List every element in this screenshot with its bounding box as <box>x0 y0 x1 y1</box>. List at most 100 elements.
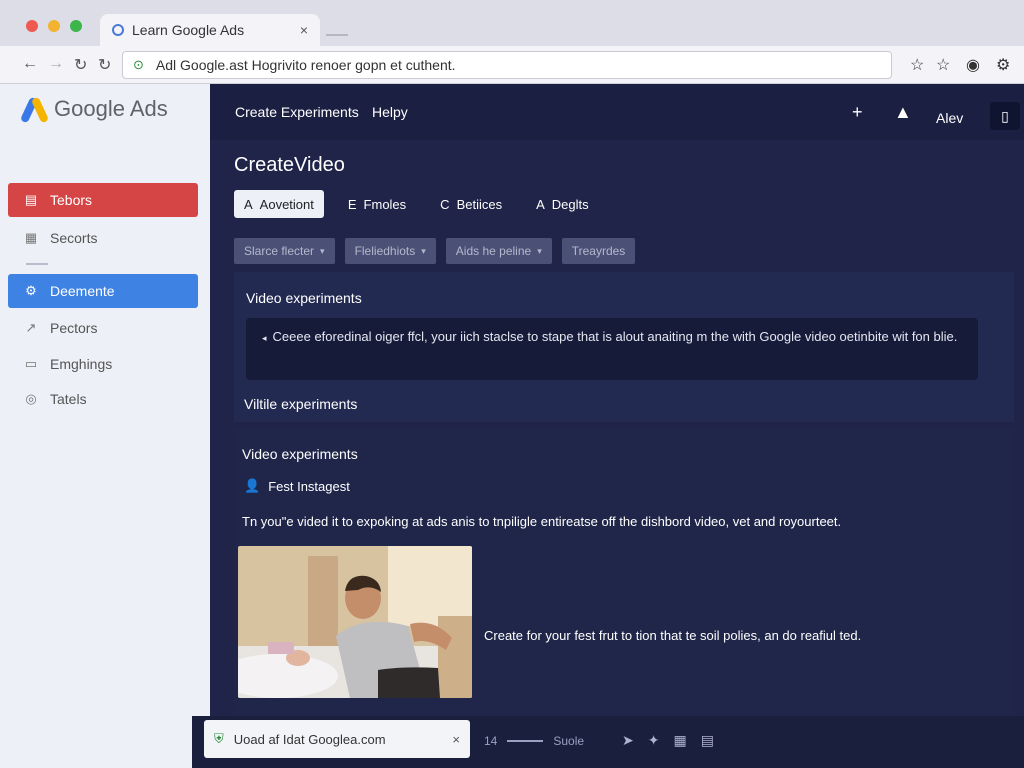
filter-treayrdes[interactable]: Treayrdes <box>561 238 636 264</box>
settings-icon[interactable]: ⚙ <box>996 55 1010 75</box>
video-thumbnail-image <box>238 546 472 698</box>
browser-tab-bar: Learn Google Ads × <box>0 0 1024 46</box>
downloads-bar: ⛨ Uoad af Idat Googlea.com × 14 Suole ➤ … <box>192 716 1024 768</box>
page-title: CreateVideo <box>234 154 345 176</box>
google-ads-mark-icon[interactable]: ▲ <box>894 102 912 123</box>
video-experiments-card: Video experiments ◂ Ceeee eforedinal oige… <box>234 272 1014 422</box>
sidebar-item-label: Deemente <box>50 283 115 299</box>
account-name[interactable]: Alev <box>936 110 963 126</box>
sidebar-item-label: Pectors <box>50 320 98 336</box>
google-ads-logo[interactable]: Google Ads <box>19 96 168 124</box>
minimize-window-button[interactable] <box>48 20 60 32</box>
sidebar-item-label: Tatels <box>50 391 87 407</box>
thumbnail-caption: Create for your fest frut to tion that t… <box>484 628 862 643</box>
filter-label: Treayrdes <box>571 244 626 258</box>
grid-icon[interactable]: ▦ <box>673 732 686 749</box>
sidebar-item-tebors[interactable]: ▤ Tebors <box>8 183 198 217</box>
maximize-window-button[interactable] <box>70 20 82 32</box>
table-icon[interactable]: ▤ <box>701 732 714 749</box>
download-progress: 14 Suole <box>484 734 584 748</box>
google-ads-logo-icon <box>19 96 50 124</box>
filter-label: Fleliedhiots <box>354 244 416 258</box>
download-count: 14 <box>484 734 498 748</box>
top-navigation: Create Experiments Helpy + ▲ Alev ▯ <box>210 84 1024 140</box>
back-icon[interactable]: ← <box>22 55 38 73</box>
tab-label: Fmoles <box>363 196 407 212</box>
bookmark-star-icon[interactable]: ☆ <box>910 55 924 75</box>
feature-item[interactable]: 👤 Fest Instagest <box>244 478 350 494</box>
filter-fleliedhiots[interactable]: Fleliedhiots ▾ <box>344 238 436 264</box>
filter-label: Slarce flecter <box>244 244 315 258</box>
reload-icon[interactable]: ↻ <box>74 55 87 75</box>
calendar-icon: ▤ <box>24 192 38 207</box>
video-thumbnail[interactable] <box>238 546 472 698</box>
pin-icon[interactable]: ➤ <box>622 732 634 749</box>
chevron-down-icon: ▾ <box>537 245 542 256</box>
sidebar-item-pectors[interactable]: ↗ Pectors <box>8 311 198 345</box>
chevron-down-icon: ▾ <box>320 245 325 256</box>
video-experiments-detail-card: Video experiments 👤 Fest Instagest Tn yo… <box>234 428 1014 728</box>
sidebar-item-label: Secorts <box>50 230 98 246</box>
add-icon[interactable]: + <box>852 102 863 123</box>
grid-icon: ▦ <box>24 230 38 245</box>
tab-glyph-icon: A <box>244 196 253 212</box>
sidebar-divider <box>26 263 48 265</box>
sidebar-item-emghings[interactable]: ▭ Emghings <box>8 347 198 381</box>
arrow-icon: ↗ <box>25 320 37 335</box>
sidebar-item-tatels[interactable]: ◎ Tatels <box>8 382 198 416</box>
lock-icon: ⊙ <box>133 57 144 72</box>
sidebar-item-deemente[interactable]: ⚙ Deemente <box>8 274 198 308</box>
bookmarks-icon[interactable]: ☆ <box>936 55 950 75</box>
tab-label: Deglts <box>551 196 589 212</box>
sidebar: Google Ads ▤ Tebors ▦ Secorts ⚙ Deemente… <box>0 84 210 768</box>
info-box: ◂ Ceeee eforedinal oiger ffcl, your iich … <box>246 318 978 380</box>
filter-aids-he-peline[interactable]: Aids he peline ▾ <box>445 238 552 264</box>
main-content: Create Experiments Helpy + ▲ Alev ▯ Crea… <box>210 84 1024 768</box>
download-status: Suole <box>553 734 585 748</box>
address-bar[interactable]: ⊙ Adl Google.ast Hogrivito renoer gopn e… <box>122 51 892 79</box>
tab-label: Betiices <box>456 196 503 212</box>
forward-icon[interactable]: → <box>48 55 64 73</box>
refresh-icon[interactable]: ↻ <box>98 55 111 75</box>
window-controls <box>26 20 82 32</box>
new-tab-button[interactable] <box>326 26 348 36</box>
profile-button[interactable]: ▯ <box>990 102 1020 130</box>
progress-line <box>507 740 544 742</box>
logo-text: Google Ads <box>54 96 168 121</box>
target-icon: ◎ <box>25 391 37 406</box>
download-close-icon[interactable]: × <box>452 732 460 747</box>
card-heading: Video experiments <box>246 290 362 306</box>
twitter-icon[interactable]: ✦ <box>648 732 660 749</box>
filter-label: Aids he peline <box>455 244 532 258</box>
card-description: Tn you"e vided it to expoking at ads ani… <box>242 514 842 529</box>
close-window-button[interactable] <box>26 20 38 32</box>
tab-glyph-icon: A <box>536 196 545 212</box>
tab-glyph-icon: E <box>347 196 357 212</box>
browser-toolbar: ← → ↻ ↻ ⊙ Adl Google.ast Hogrivito renoe… <box>0 46 1024 84</box>
address-text: Adl Google.ast Hogrivito renoer gopn et … <box>155 57 456 73</box>
sidebar-item-secorts[interactable]: ▦ Secorts <box>8 221 198 255</box>
card-subheading[interactable]: Viltile experiments <box>244 396 357 412</box>
tab-betiices[interactable]: C Betiices <box>430 190 512 218</box>
nav-create-experiments[interactable]: Create Experiments <box>235 104 359 120</box>
bullet-icon: ◂ <box>262 333 267 343</box>
tab-close-icon[interactable]: × <box>300 22 308 38</box>
tab-deglts[interactable]: A Deglts <box>526 190 599 218</box>
download-item[interactable]: ⛨ Uoad af Idat Googlea.com × <box>204 720 470 758</box>
document-icon: ▭ <box>24 356 38 371</box>
browser-tab[interactable]: Learn Google Ads × <box>100 14 320 46</box>
tab-title: Learn Google Ads <box>132 22 245 38</box>
share-icons: ➤ ✦ ▦ ▤ <box>622 732 714 749</box>
tab-fmoles[interactable]: E Fmoles <box>338 190 416 218</box>
person-icon: 👤 <box>244 478 261 493</box>
favicon-icon <box>112 24 124 36</box>
filter-slarce-flecter[interactable]: Slarce flecter ▾ <box>234 238 335 264</box>
gear-icon: ⚙ <box>25 283 37 298</box>
chevron-down-icon: ▾ <box>421 245 426 256</box>
tab-label: Aovetiont <box>259 196 314 212</box>
extension-icon[interactable]: ◉ <box>966 55 980 75</box>
feature-label: Fest Instagest <box>268 478 350 494</box>
sidebar-item-label: Tebors <box>50 192 93 208</box>
tab-aovetiont[interactable]: A Aovetiont <box>234 190 324 218</box>
nav-helpy[interactable]: Helpy <box>372 104 408 120</box>
